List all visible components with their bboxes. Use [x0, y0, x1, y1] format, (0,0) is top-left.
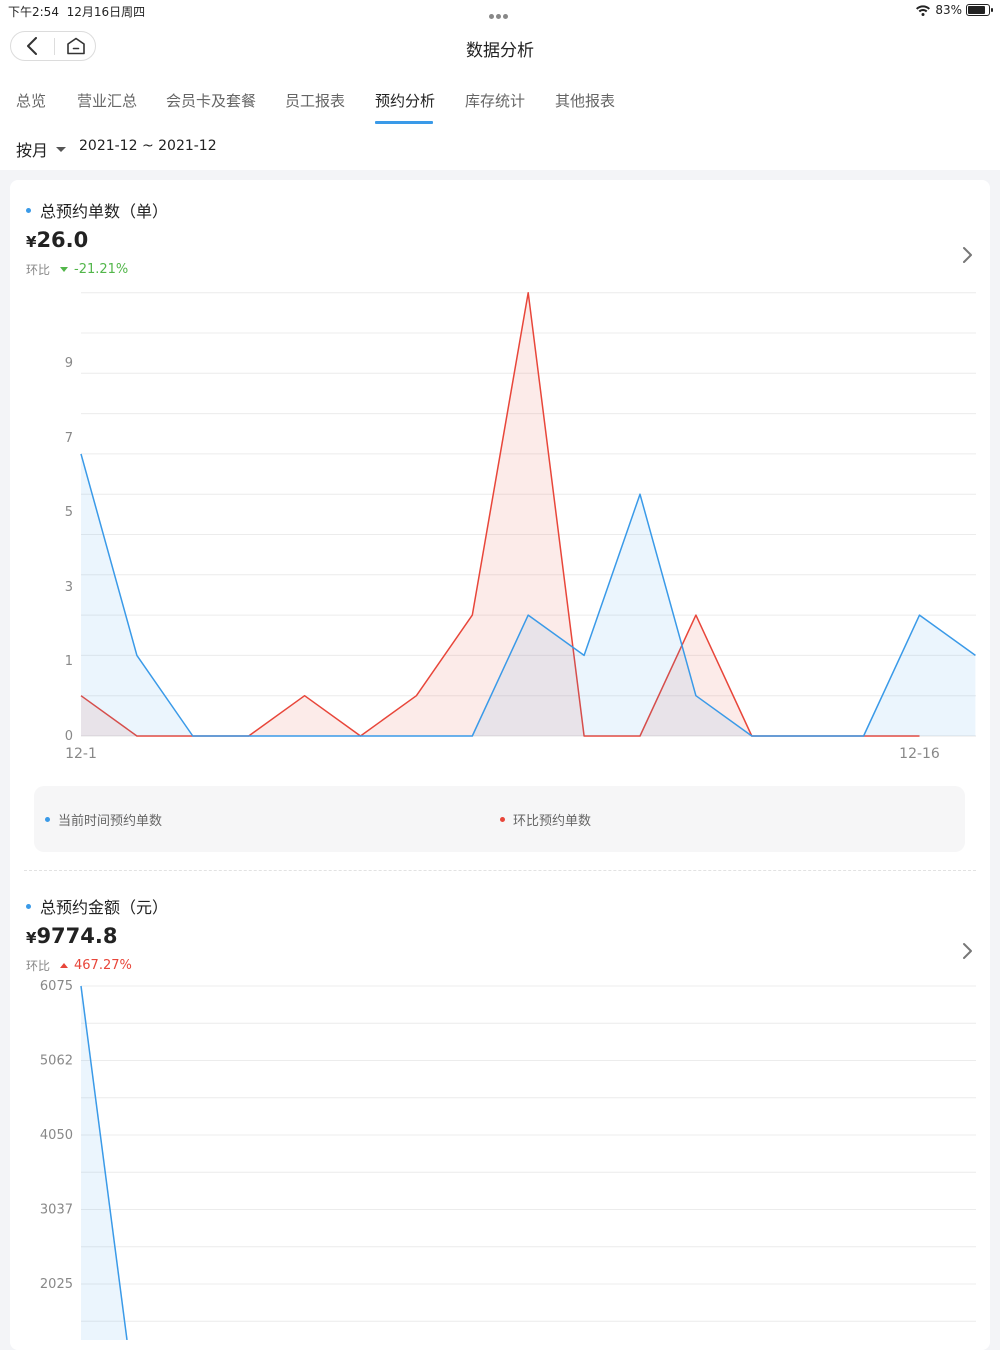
tab-staff-report[interactable]: 员工报表	[285, 90, 345, 111]
analysis-card: 总预约单数（单） ¥26.0 环比 -21.21% 0 1 3 5 7 9 12-1 12-1…	[10, 180, 990, 1350]
caret-down-icon	[56, 146, 67, 152]
multitask-dots-icon[interactable]	[489, 8, 510, 22]
status-time-date: 下午2:54 12月16日周四	[8, 3, 145, 20]
tab-appointment-analysis[interactable]: 预约分析	[375, 90, 435, 111]
tab-overview[interactable]: 总览	[16, 90, 46, 111]
y-tick-label: 3037	[40, 1203, 73, 1218]
y-tick-label: 4050	[40, 1128, 73, 1143]
status-date: 12月16日周四	[66, 5, 146, 19]
y-tick-label: 2025	[40, 1277, 73, 1292]
appointments-amount-chart: 2025 3037 4050 5062 6075	[40, 979, 976, 1340]
report-tabs: 总览 营业汇总 会员卡及套餐 员工报表 预约分析 库存统计 其他报表	[0, 74, 1000, 125]
period-mode-dropdown[interactable]: 按月	[16, 137, 67, 161]
date-range-picker[interactable]: 2021-12 ~ 2021-12	[79, 138, 217, 154]
status-bar: 下午2:54 12月16日周四 83%	[0, 0, 1000, 22]
y-tick-label: 6075	[40, 979, 73, 994]
battery-percent: 83%	[935, 3, 962, 17]
status-right: 83%	[915, 3, 993, 17]
page-title: 数据分析	[466, 41, 534, 61]
period-mode-label: 按月	[16, 141, 49, 160]
nav-bar: 数据分析	[0, 22, 1000, 74]
tab-membership-packages[interactable]: 会员卡及套餐	[166, 90, 256, 111]
battery-icon	[966, 4, 993, 16]
battery-level	[968, 6, 985, 14]
tab-inventory-stats[interactable]: 库存统计	[465, 90, 525, 111]
filter-bar: 按月 2021-12 ~ 2021-12	[0, 124, 1000, 170]
tab-business-summary[interactable]: 营业汇总	[77, 90, 137, 111]
status-time: 下午2:54	[8, 5, 59, 19]
tab-other-reports[interactable]: 其他报表	[555, 90, 615, 111]
wifi-icon	[916, 5, 931, 16]
y-tick-label: 5062	[40, 1054, 73, 1069]
